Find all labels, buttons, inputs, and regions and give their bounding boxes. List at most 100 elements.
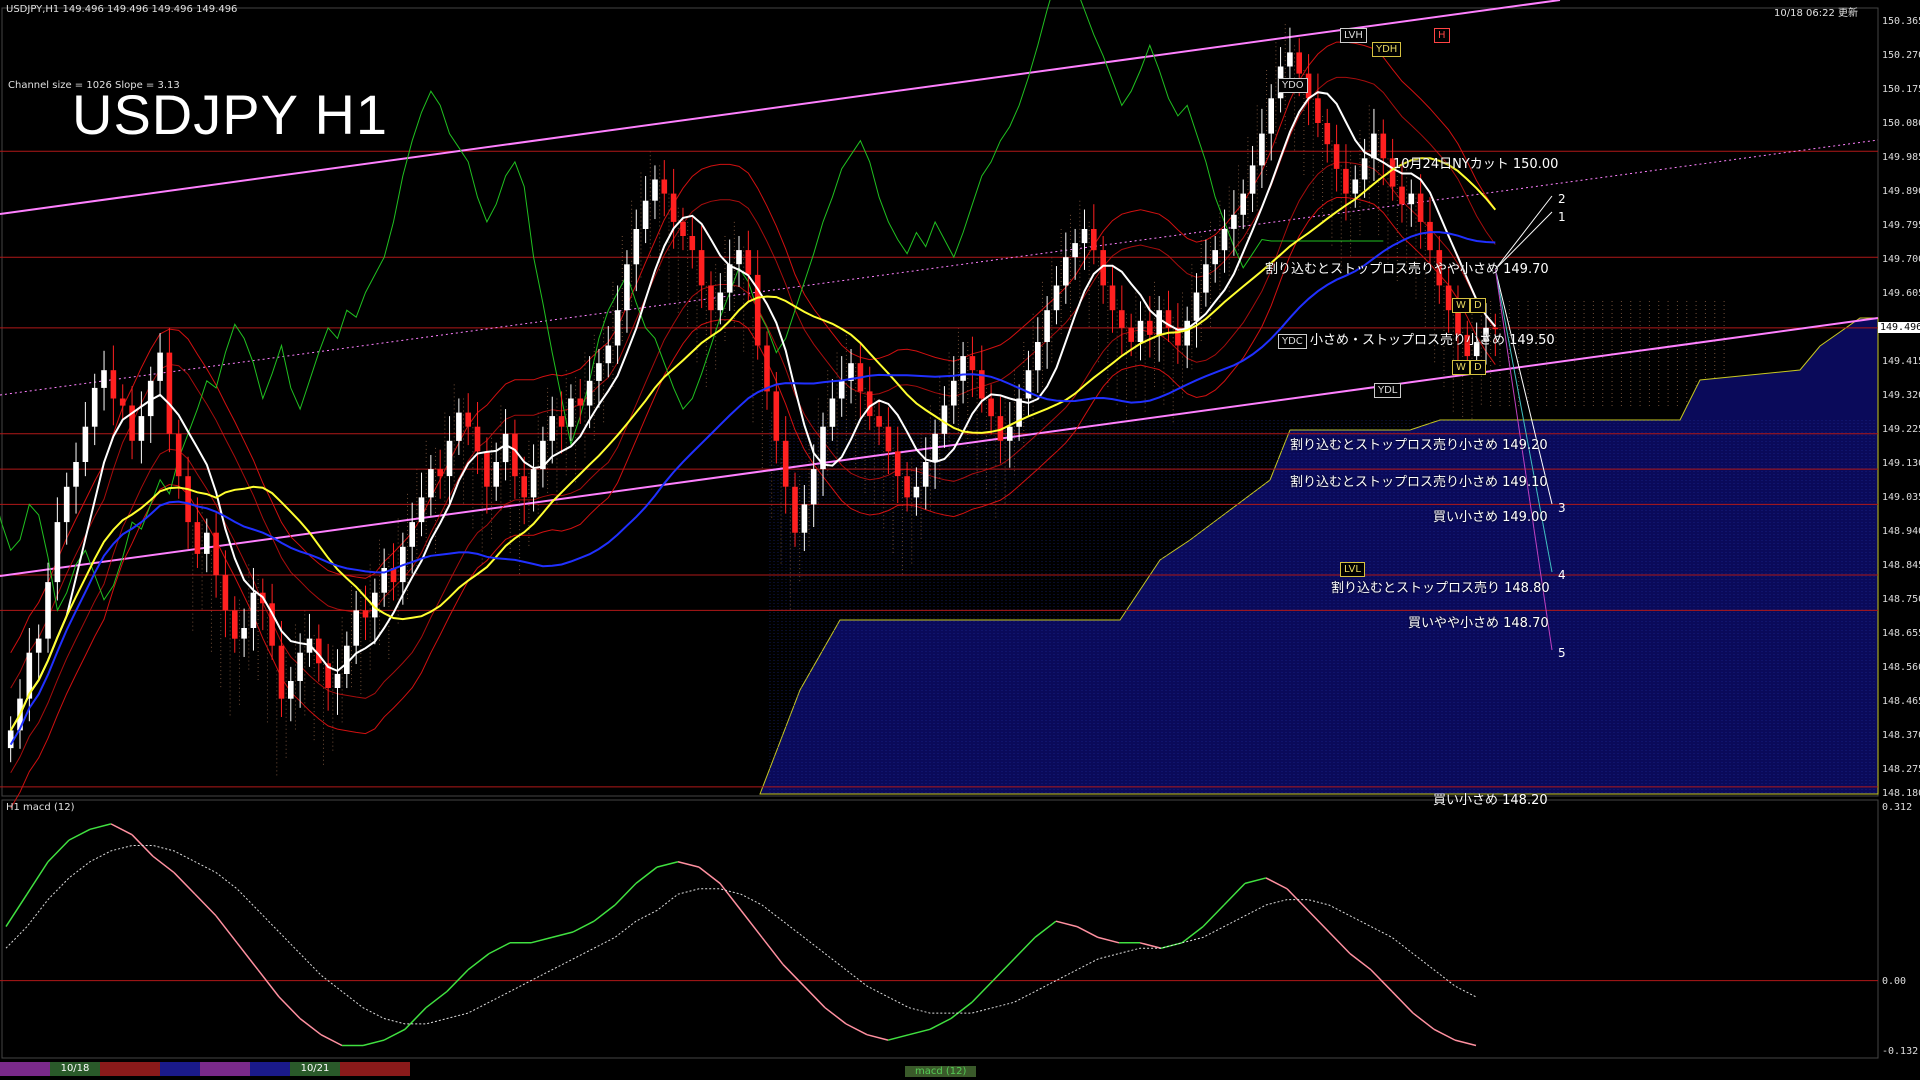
box-lvl: LVL [1340, 562, 1365, 577]
candle-body [1268, 98, 1274, 134]
macd-label: H1 macd (12) [6, 802, 75, 813]
candle-body [1156, 310, 1162, 335]
candle-body [1315, 98, 1321, 123]
candle-body [278, 645, 285, 699]
axis-tick: 149.130 [1882, 458, 1920, 469]
candle-body [45, 582, 51, 639]
candle-body [1408, 193, 1415, 205]
box-lvh: LVH [1340, 28, 1367, 43]
candle-body [726, 264, 733, 293]
candle-body [1212, 250, 1218, 265]
level-label-148-70: 買いやや小さめ 148.70 [1408, 616, 1549, 631]
candle-body [810, 469, 817, 505]
box-w-upper: W [1452, 298, 1470, 313]
candle-body [1044, 310, 1050, 342]
candle-body [446, 440, 453, 477]
candle-body [1343, 168, 1349, 194]
candle-body [558, 416, 565, 427]
candle-body [1445, 285, 1452, 311]
candle-body [101, 370, 107, 388]
candle-body [502, 433, 509, 463]
candle-body [222, 575, 229, 611]
candle-body [493, 462, 499, 487]
candle-body [1007, 426, 1013, 441]
macd-axis-tick: 0.00 [1882, 976, 1907, 987]
box-ydc: YDC [1278, 334, 1307, 349]
candle-body [736, 250, 742, 265]
axis-tick: 148.845 [1882, 560, 1920, 571]
bar-segment [100, 1062, 160, 1076]
bar-segment [410, 1062, 1878, 1076]
update-timestamp: 10/18 06:22 更新 [1774, 8, 1858, 19]
candle-body [1371, 133, 1377, 159]
candle-body [717, 292, 724, 311]
axis-tick: 148.275 [1882, 764, 1920, 775]
candle-body [661, 179, 668, 194]
candle-body [1203, 264, 1209, 293]
candle-body [922, 462, 929, 487]
candle-body [465, 412, 471, 427]
candle-body [633, 229, 640, 265]
candle-body [1427, 221, 1433, 251]
axis-tick: 148.940 [1882, 526, 1920, 537]
box-ydl: YDL [1374, 383, 1402, 398]
candle-body [568, 398, 574, 427]
candle-body [801, 504, 808, 533]
axis-tick: 150.270 [1882, 50, 1920, 61]
candle-body [138, 416, 145, 441]
box-ydo: YDO [1278, 78, 1308, 93]
axis-tick: 149.890 [1882, 186, 1920, 197]
candle-body [1324, 123, 1331, 145]
axis-tick: 148.750 [1882, 594, 1920, 605]
candle-body [764, 345, 770, 392]
candle-body [35, 638, 42, 653]
candle-body [1072, 243, 1078, 258]
level-label-149-50: 小さめ・ストップロス売り小さめ 149.50 [1310, 333, 1555, 348]
candle-body [362, 610, 369, 618]
axis-tick: 148.655 [1882, 628, 1920, 639]
box-d-lower: D [1470, 360, 1486, 375]
candle-body [288, 681, 294, 699]
candle-body [54, 522, 61, 583]
candle-body [1231, 214, 1237, 229]
marker-4: 4 [1558, 568, 1566, 582]
candle-body [63, 486, 70, 523]
candle-body [829, 398, 836, 427]
level-label-149-10: 割り込むとストップロス売り小さめ 149.10 [1290, 475, 1548, 490]
box-d-upper: D [1470, 298, 1486, 313]
candle-body [241, 628, 247, 639]
candle-body [1380, 133, 1387, 159]
candle-body [689, 236, 696, 251]
candle-body [932, 433, 938, 463]
candle-body [941, 405, 948, 434]
candle-body [157, 352, 163, 381]
candle-body [1333, 144, 1340, 169]
candle-body [1081, 229, 1088, 244]
candle-body [110, 370, 117, 399]
candle-body [82, 426, 89, 462]
candle-body [885, 426, 892, 452]
candle-body [232, 610, 238, 639]
candle-body [530, 469, 537, 498]
axis-tick: 150.365 [1882, 16, 1920, 27]
candle-body [894, 451, 901, 477]
bar-segment [340, 1062, 410, 1076]
tab-macd[interactable]: macd (12) [905, 1066, 977, 1077]
candle-body [1193, 292, 1200, 321]
candle-body [428, 469, 434, 498]
candle-body [512, 433, 518, 477]
candle-body [353, 610, 359, 646]
bar-segment [200, 1062, 250, 1076]
candle-body [204, 532, 210, 554]
axis-tick: 149.035 [1882, 492, 1920, 503]
candle-body [680, 221, 686, 236]
axis-tick: 150.080 [1882, 118, 1920, 129]
candle-body [773, 391, 780, 441]
candle-body [1109, 285, 1116, 311]
candle-body [7, 730, 14, 749]
bar-segment [0, 1062, 50, 1076]
candle-body [577, 398, 584, 406]
candle-body [988, 398, 994, 417]
candle-body [437, 469, 443, 477]
axis-tick: 149.605 [1882, 288, 1920, 299]
